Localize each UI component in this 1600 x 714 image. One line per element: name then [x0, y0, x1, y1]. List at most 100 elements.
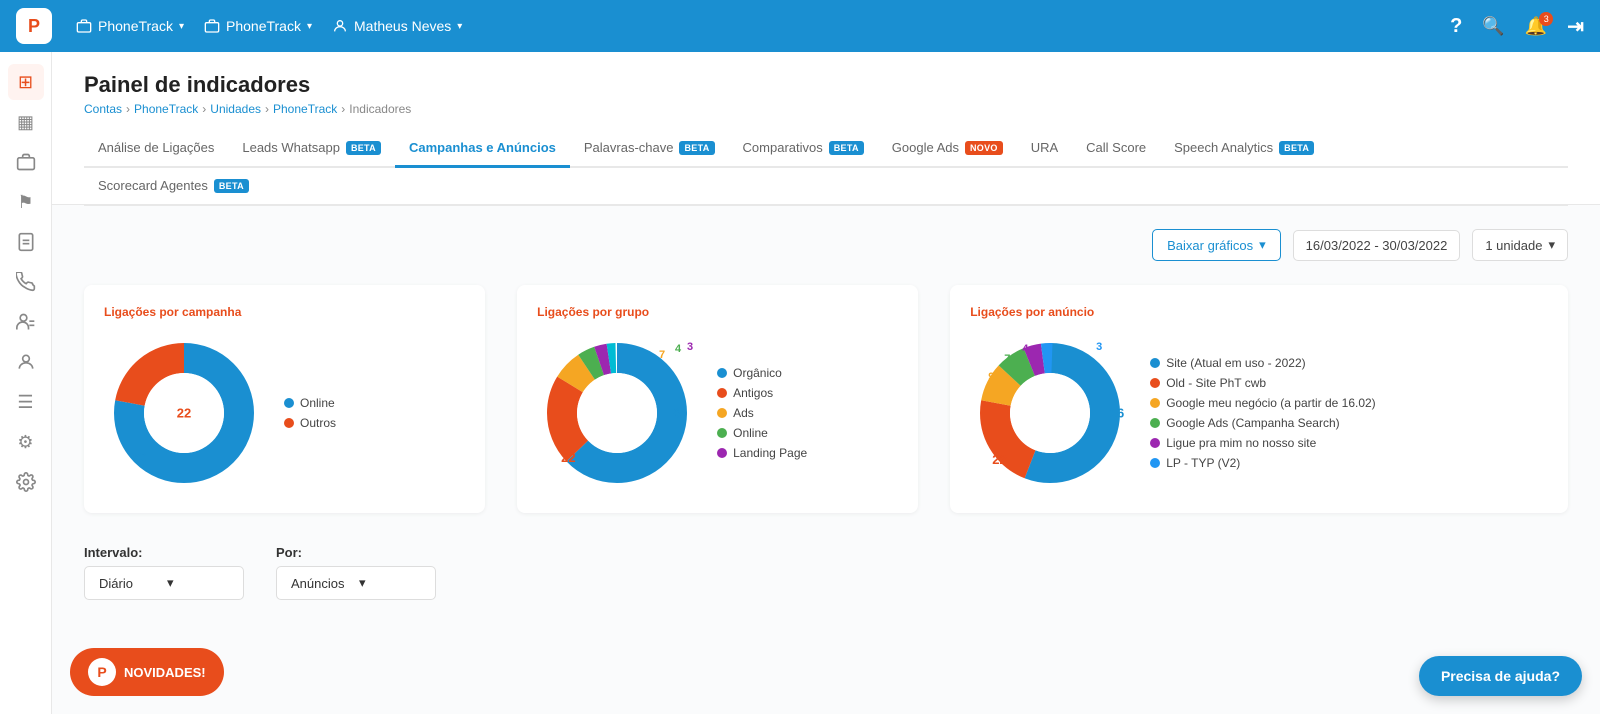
- novidades-logo: P: [88, 658, 116, 686]
- legend-item-organico: Orgânico: [717, 366, 807, 380]
- topnav-label-2: PhoneTrack: [226, 18, 301, 34]
- legend-item-online: Online: [284, 396, 336, 410]
- search-icon[interactable]: 🔍: [1482, 16, 1504, 37]
- topnav-label-1: PhoneTrack: [98, 18, 173, 34]
- filter-by-select[interactable]: Anúncios ▾: [276, 566, 436, 600]
- tab-analise[interactable]: Análise de Ligações: [84, 130, 228, 168]
- tab-campanhas[interactable]: Campanhas e Anúncios: [395, 130, 570, 168]
- sidebar-item-home[interactable]: ⊞: [8, 64, 44, 100]
- donut-svg-ad: [970, 333, 1130, 493]
- donut-ad-7: 7: [1004, 353, 1010, 365]
- sidebar-item-settings[interactable]: ⚙: [8, 424, 44, 460]
- legend-item-ads: Ads: [717, 406, 807, 420]
- novidades-label: NOVIDADES!: [124, 665, 206, 680]
- tab-campanhas-label: Campanhas e Anúncios: [409, 140, 556, 155]
- sidebar-item-contacts[interactable]: [8, 304, 44, 340]
- sidebar-item-document[interactable]: [8, 224, 44, 260]
- unit-value: 1 unidade: [1485, 238, 1542, 253]
- sidebar-item-cog[interactable]: [8, 464, 44, 500]
- breadcrumb: Contas › PhoneTrack › Unidades › PhoneTr…: [84, 102, 1568, 116]
- legend-dot-landing: [717, 448, 727, 458]
- legend-dot-online-g: [717, 428, 727, 438]
- tab-analise-label: Análise de Ligações: [98, 140, 214, 155]
- legend-dot-gads: [1150, 418, 1160, 428]
- donut-group-7: 7: [659, 349, 665, 361]
- tab-speech-badge: BETA: [1279, 141, 1314, 155]
- date-range: 16/03/2022 - 30/03/2022: [1293, 230, 1461, 261]
- topnav-phonetrack-2[interactable]: PhoneTrack ▾: [204, 18, 312, 34]
- chart-ad-title: Ligações por anúncio: [970, 305, 1548, 319]
- logo-text: P: [28, 16, 40, 37]
- tab-palavras-label: Palavras-chave: [584, 140, 674, 155]
- legend-dot-ligue: [1150, 438, 1160, 448]
- sidebar-item-briefcase[interactable]: [8, 144, 44, 180]
- user-icon: [332, 18, 348, 34]
- help-icon[interactable]: ?: [1450, 15, 1462, 38]
- breadcrumb-contas[interactable]: Contas: [84, 102, 122, 116]
- help-label: Precisa de ajuda?: [1441, 668, 1560, 684]
- topnav-phonetrack-1[interactable]: PhoneTrack ▾: [76, 18, 184, 34]
- filter-interval: Intervalo: Diário ▾: [84, 545, 244, 600]
- tab-comparativos-label: Comparativos: [743, 140, 823, 155]
- legend-item-site: Site (Atual em uso - 2022): [1150, 356, 1375, 370]
- page-title: Painel de indicadores: [84, 72, 1568, 98]
- bell-icon[interactable]: 🔔3: [1525, 16, 1547, 37]
- tab-scorecard-badge: BETA: [214, 179, 249, 193]
- novidades-logo-p: P: [97, 664, 106, 680]
- topnav-username: Matheus Neves: [354, 18, 451, 34]
- filter-interval-select[interactable]: Diário ▾: [84, 566, 244, 600]
- donut-group-3: 3: [687, 341, 693, 353]
- breadcrumb-unidades[interactable]: Unidades: [210, 102, 261, 116]
- chart-ad-donut: 56 22 9 7 4 3: [970, 333, 1130, 493]
- legend-item-landing: Landing Page: [717, 446, 807, 460]
- tab-leads-whatsapp[interactable]: Leads Whatsapp BETA: [228, 130, 395, 168]
- legend-item-old: Old - Site PhT cwb: [1150, 376, 1375, 390]
- legend-dot-online: [284, 398, 294, 408]
- chart-group-title: Ligações por grupo: [537, 305, 898, 319]
- legend-label-landing: Landing Page: [733, 446, 807, 460]
- sidebar-item-phone[interactable]: [8, 264, 44, 300]
- logo[interactable]: P: [16, 8, 52, 44]
- legend-label-site: Site (Atual em uso - 2022): [1166, 356, 1305, 370]
- tab-scorecard[interactable]: Scorecard Agentes BETA: [84, 168, 263, 206]
- chevron-down-icon-unit: ▾: [1548, 237, 1555, 253]
- tab-palavras[interactable]: Palavras-chave BETA: [570, 130, 729, 168]
- download-button[interactable]: Baixar gráficos ▾: [1152, 229, 1281, 261]
- novidades-button[interactable]: P NOVIDADES!: [70, 648, 224, 696]
- breadcrumb-phonetrack-1[interactable]: PhoneTrack: [134, 102, 198, 116]
- logout-icon[interactable]: ⇥: [1567, 14, 1584, 39]
- legend-label-organico: Orgânico: [733, 366, 782, 380]
- chevron-down-icon-3: ▾: [457, 21, 462, 32]
- legend-item-lptyp: LP - TYP (V2): [1150, 456, 1375, 470]
- legend-label-online-g: Online: [733, 426, 768, 440]
- donut-campaign-label1: 22: [177, 406, 191, 421]
- legend-item-online-g: Online: [717, 426, 807, 440]
- breadcrumb-phonetrack-2[interactable]: PhoneTrack: [273, 102, 337, 116]
- legend-dot-organico: [717, 368, 727, 378]
- legend-item-gmeu: Google meu negócio (a partir de 16.02): [1150, 396, 1375, 410]
- legend-label-online: Online: [300, 396, 335, 410]
- unit-selector[interactable]: 1 unidade ▾: [1472, 229, 1568, 261]
- tab-ura-label: URA: [1031, 140, 1058, 155]
- donut-group-4: 4: [675, 343, 681, 355]
- topnav-right: ? 🔍 🔔3 ⇥: [1450, 14, 1584, 39]
- legend-campaign: Online Outros: [284, 396, 336, 430]
- layout: ⊞ ▦ ⚑ ☰ ⚙ Painel de indicadores Contas: [0, 52, 1600, 714]
- legend-label-antigos: Antigos: [733, 386, 773, 400]
- topnav-user[interactable]: Matheus Neves ▾: [332, 18, 462, 34]
- donut-ad-4: 4: [1022, 343, 1028, 355]
- sidebar-item-list[interactable]: ☰: [8, 384, 44, 420]
- tab-ura[interactable]: URA: [1017, 130, 1072, 168]
- legend-item-ligue: Ligue pra mim no nosso site: [1150, 436, 1375, 450]
- tab-google-ads[interactable]: Google Ads NOVO: [878, 130, 1017, 168]
- sidebar-item-flag[interactable]: ⚑: [8, 184, 44, 220]
- help-button[interactable]: Precisa de ajuda?: [1419, 656, 1582, 696]
- content-area: Baixar gráficos ▾ 16/03/2022 - 30/03/202…: [52, 205, 1600, 624]
- sidebar-item-grid[interactable]: ▦: [8, 104, 44, 140]
- legend-label-ads: Ads: [733, 406, 754, 420]
- legend-group: Orgânico Antigos Ads: [717, 366, 807, 460]
- sidebar-item-people[interactable]: [8, 344, 44, 380]
- tab-comparativos[interactable]: Comparativos BETA: [729, 130, 878, 168]
- tab-callscore[interactable]: Call Score: [1072, 130, 1160, 168]
- tab-speech[interactable]: Speech Analytics BETA: [1160, 130, 1328, 168]
